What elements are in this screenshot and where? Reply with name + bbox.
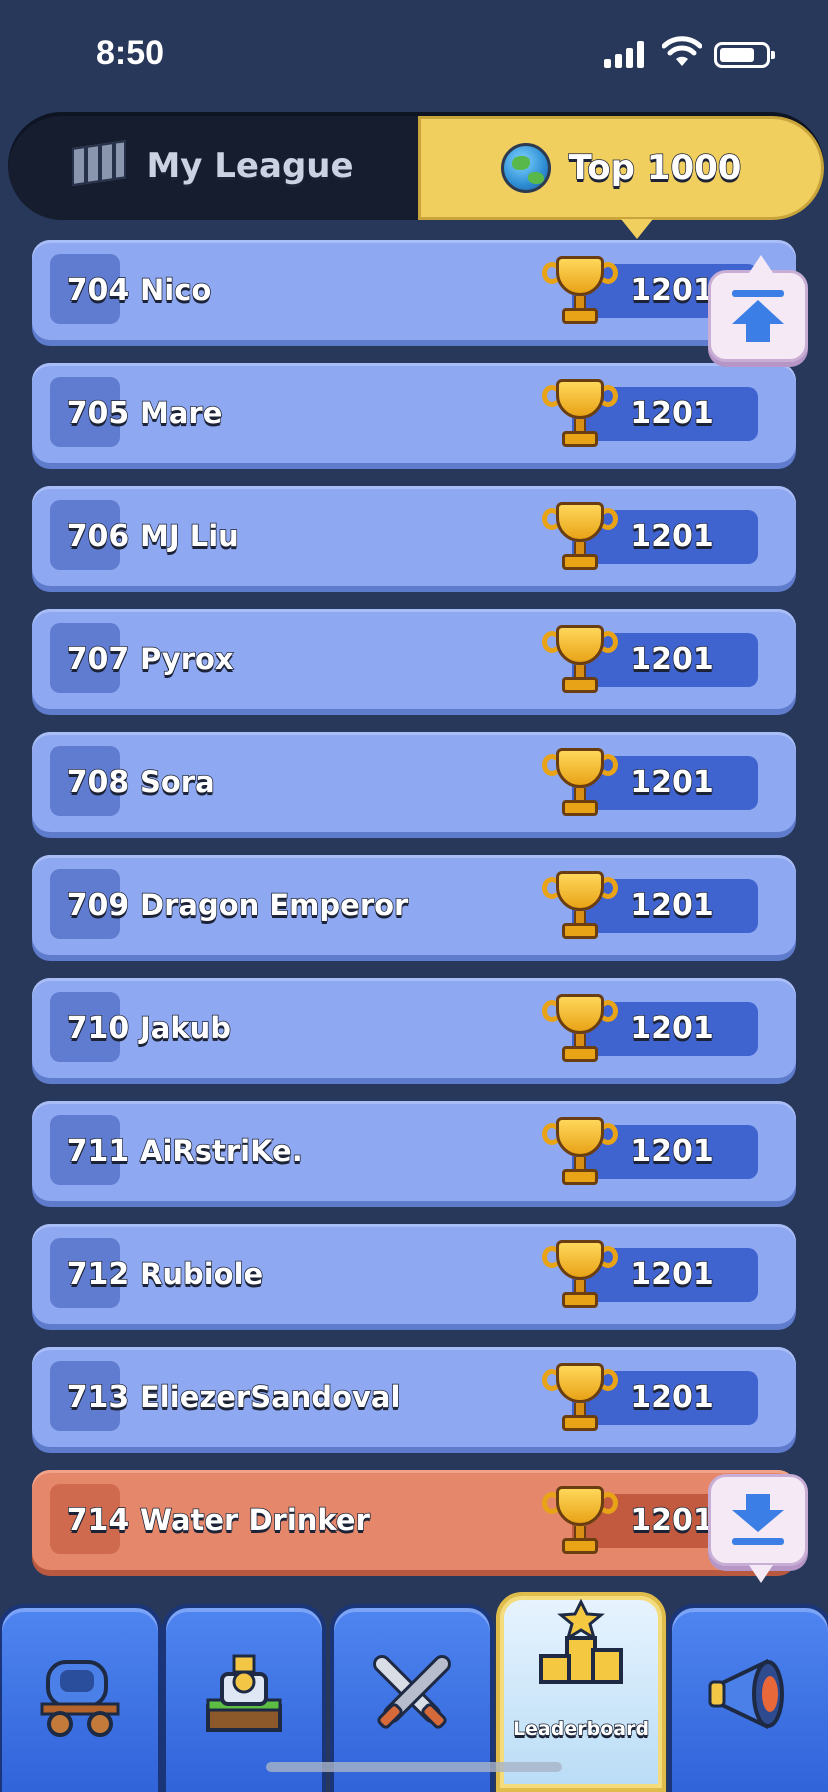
trophy-count: 1201 [630, 518, 715, 555]
leaderboard-row[interactable]: 710 Jakub 1201 [32, 978, 796, 1078]
trophy-count: 1201 [630, 1133, 715, 1170]
wagon-icon [2, 1644, 158, 1744]
rank-number: 714 [66, 1502, 130, 1539]
rank-number: 709 [66, 887, 130, 924]
scroll-to-me-button[interactable] [708, 1474, 808, 1583]
arrow-down-icon [732, 1494, 784, 1546]
leaderboard-row[interactable]: 706 MJ Liu 1201 [32, 486, 796, 586]
scroll-to-top-button[interactable] [708, 255, 808, 362]
trophy-count: 1201 [630, 1010, 715, 1047]
tab-my-league[interactable]: My League [8, 112, 418, 220]
leaderboard-row-current-player[interactable]: 714 Water Drinker 1201 [32, 1470, 796, 1570]
tab-my-league-label: My League [146, 146, 354, 187]
signal-icon [604, 40, 648, 68]
trophy-count: 1201 [630, 1256, 715, 1293]
podium-icon [500, 1598, 662, 1698]
player-name: AiRstriKe. [139, 1133, 303, 1169]
player-name: Pyrox [139, 641, 234, 677]
player-name: MJ Liu [139, 518, 239, 554]
leaderboard-row[interactable]: 711 AiRstriKe. 1201 [32, 1101, 796, 1201]
rank-number: 708 [66, 764, 130, 801]
trophy-count: 1201 [630, 641, 715, 678]
leaderboard-tabs: My League Top 1000 [8, 112, 824, 239]
leaderboard-row[interactable]: 709 Dragon Emperor 1201 [32, 855, 796, 955]
crossed-swords-icon [334, 1644, 490, 1744]
arrow-up-icon [732, 290, 784, 342]
megaphone-icon [672, 1644, 828, 1744]
player-name: Water Drinker [139, 1502, 370, 1538]
league-icon [72, 140, 128, 189]
player-name: Rubiole [139, 1256, 264, 1292]
leaderboard-row[interactable]: 707 Pyrox 1201 [32, 609, 796, 709]
leaderboard-row[interactable]: 708 Sora 1201 [32, 732, 796, 832]
trophy-count: 1201 [630, 887, 715, 924]
rank-number: 713 [66, 1379, 130, 1416]
status-time: 8:50 [96, 34, 165, 72]
rank-number: 706 [66, 518, 130, 555]
status-bar: 8:50 [0, 0, 828, 100]
player-name: Mare [139, 395, 223, 431]
rank-number: 705 [66, 395, 130, 432]
globe-icon [500, 143, 551, 193]
player-name: Sora [139, 764, 215, 800]
rank-number: 710 [66, 1010, 130, 1047]
trophy-count: 1201 [630, 764, 715, 801]
rank-number: 711 [66, 1133, 130, 1170]
leaderboard-list[interactable]: 704 Nico 1201 705 Mare 1201 706 MJ Liu 1201 707 Py… [0, 240, 828, 1590]
player-name: Nico [139, 272, 212, 308]
leaderboard-row[interactable]: 713 EliezerSandoval 1201 [32, 1347, 796, 1447]
rank-number: 704 [66, 272, 130, 309]
player-name: EliezerSandoval [139, 1379, 401, 1415]
tab-top-1000[interactable]: Top 1000 [418, 116, 824, 239]
trophy-count: 1201 [630, 395, 715, 432]
rank-number: 707 [66, 641, 130, 678]
tower-icon [166, 1644, 322, 1744]
nav-tab-wagon[interactable] [0, 1604, 162, 1792]
wifi-icon [662, 36, 702, 66]
leaderboard-row[interactable]: 705 Mare 1201 [32, 363, 796, 463]
player-name: Dragon Emperor [139, 887, 409, 923]
battery-icon [714, 42, 775, 68]
rank-number: 712 [66, 1256, 130, 1293]
leaderboard-row[interactable]: 712 Rubiole 1201 [32, 1224, 796, 1324]
home-indicator [266, 1762, 562, 1772]
player-name: Jakub [139, 1010, 232, 1046]
nav-tab-label: Leaderboard [512, 1717, 650, 1741]
leaderboard-row[interactable]: 704 Nico 1201 [32, 240, 796, 340]
nav-tab-megaphone[interactable] [668, 1604, 828, 1792]
tab-top-1000-label: Top 1000 [568, 147, 742, 189]
trophy-count: 1201 [630, 1379, 715, 1416]
